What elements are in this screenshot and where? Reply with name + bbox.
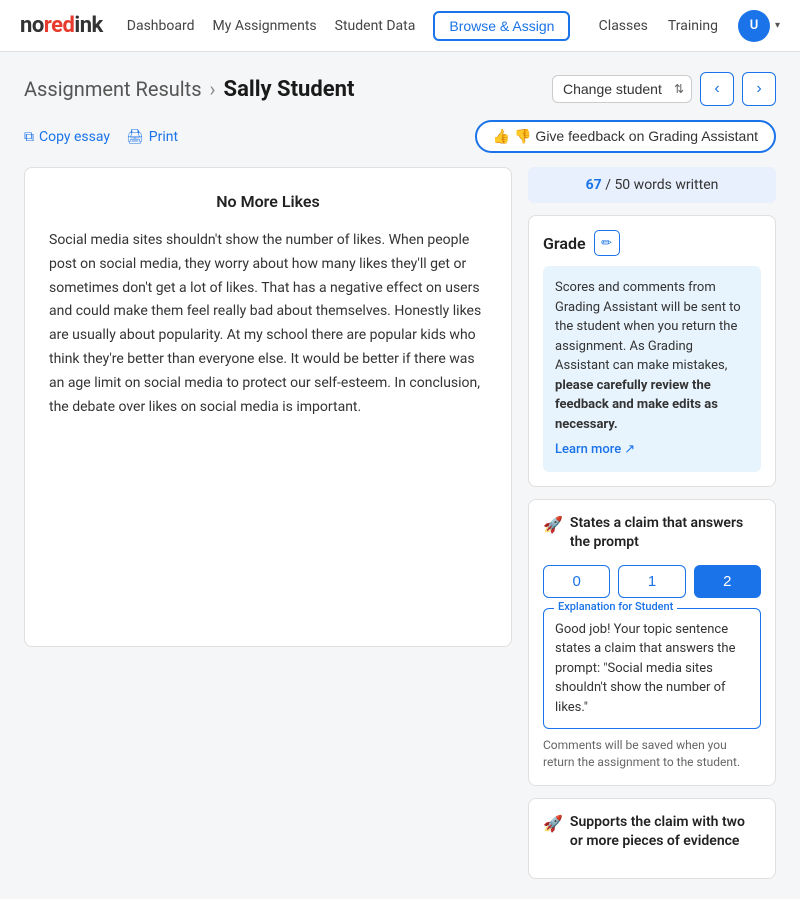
feedback-button[interactable]: 👍 👎 Give feedback on Grading Assistant xyxy=(475,120,776,153)
assignment-results-link[interactable]: Assignment Results xyxy=(24,77,202,101)
copy-icon: ⧉ xyxy=(24,129,34,145)
nav-dashboard[interactable]: Dashboard xyxy=(127,18,195,34)
breadcrumb: Assignment Results › Sally Student xyxy=(24,77,354,102)
student-name: Sally Student xyxy=(224,77,355,102)
score-2-button[interactable]: 2 xyxy=(694,565,761,598)
grade-edit-button[interactable]: ✏ xyxy=(594,230,620,256)
copy-essay-link[interactable]: ⧉ Copy essay xyxy=(24,129,110,145)
print-icon: 🖨 xyxy=(126,129,144,145)
next-student-button[interactable]: › xyxy=(742,72,776,106)
save-note: Comments will be saved when you return t… xyxy=(543,737,761,771)
nav-student-data[interactable]: Student Data xyxy=(335,18,416,34)
nav-training[interactable]: Training xyxy=(668,18,718,34)
score-1-button[interactable]: 1 xyxy=(618,565,685,598)
criteria-1-icon: 🚀 xyxy=(543,515,563,534)
grade-section: Grade ✏ Scores and comments from Grading… xyxy=(528,215,776,487)
change-student-wrapper: Change student xyxy=(552,75,692,103)
nav-right: Classes Training U ▾ xyxy=(599,10,780,42)
word-count-bar: 67 / 50 words written xyxy=(528,167,776,203)
words-written-count: 67 xyxy=(586,177,602,193)
essay-body: Social media sites shouldn't show the nu… xyxy=(49,229,487,419)
explanation-box: Explanation for Student Good job! Your t… xyxy=(543,608,761,730)
prev-student-button[interactable]: ‹ xyxy=(700,72,734,106)
grading-info-bold: please carefully review the feedback and… xyxy=(555,378,718,432)
change-student-select[interactable]: Change student xyxy=(552,75,692,103)
grading-info-box: Scores and comments from Grading Assista… xyxy=(543,266,761,472)
score-0-button[interactable]: 0 xyxy=(543,565,610,598)
criteria-1-card: 🚀 States a claim that answers the prompt… xyxy=(528,499,776,786)
main-content: Assignment Results › Sally Student Chang… xyxy=(0,52,800,899)
two-column-layout: No More Likes Social media sites shouldn… xyxy=(24,167,776,879)
header-row: Assignment Results › Sally Student Chang… xyxy=(24,72,776,106)
student-nav: Change student ‹ › xyxy=(552,72,776,106)
explanation-label: Explanation for Student xyxy=(554,600,677,613)
nav-my-assignments[interactable]: My Assignments xyxy=(213,18,317,34)
avatar[interactable]: U xyxy=(738,10,770,42)
brand-logo: noredink xyxy=(20,13,103,38)
nav-links: Dashboard My Assignments Student Data Br… xyxy=(127,11,571,41)
grade-header: Grade ✏ xyxy=(543,230,761,256)
criteria-2-card: 🚀 Supports the claim with two or more pi… xyxy=(528,798,776,879)
criteria-2-header: 🚀 Supports the claim with two or more pi… xyxy=(543,813,761,852)
external-link-icon: ↗ xyxy=(624,440,635,460)
criteria-2-icon: 🚀 xyxy=(543,814,563,833)
print-link[interactable]: 🖨 Print xyxy=(126,129,178,145)
essay-title: No More Likes xyxy=(49,192,487,211)
criteria-2-title: Supports the claim with two or more piec… xyxy=(570,813,761,852)
grading-info-text1: Scores and comments from Grading Assista… xyxy=(555,280,741,373)
criteria-1-header: 🚀 States a claim that answers the prompt xyxy=(543,514,761,553)
right-panel: 67 / 50 words written Grade ✏ Scores and… xyxy=(528,167,776,879)
essay-panel: No More Likes Social media sites shouldn… xyxy=(24,167,512,647)
criteria-1-title: States a claim that answers the prompt xyxy=(570,514,761,553)
action-row: ⧉ Copy essay 🖨 Print 👍 👎 Give feedback o… xyxy=(24,120,776,153)
nav-classes[interactable]: Classes xyxy=(599,18,648,34)
score-buttons: 0 1 2 xyxy=(543,565,761,598)
word-count-target: 50 xyxy=(614,177,630,193)
avatar-chevron-icon: ▾ xyxy=(775,20,780,31)
explanation-text: Good job! Your topic sentence states a c… xyxy=(545,610,759,728)
browse-assign-button[interactable]: Browse & Assign xyxy=(433,11,570,41)
grade-label: Grade xyxy=(543,234,586,253)
learn-more-link[interactable]: Learn more ↗ xyxy=(555,440,635,460)
navbar: noredink Dashboard My Assignments Studen… xyxy=(0,0,800,52)
breadcrumb-arrow-icon: › xyxy=(210,77,216,101)
